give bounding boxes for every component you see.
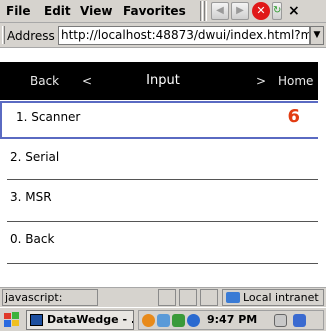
toolbar-separator <box>200 1 203 21</box>
menu-item-serial[interactable]: 2. Serial <box>0 140 326 178</box>
menu-item-msr[interactable]: 3. MSR <box>0 180 326 220</box>
security-zone: Local intranet <box>222 289 324 306</box>
intranet-icon <box>226 292 240 303</box>
chevron-down-icon[interactable]: ▼ <box>310 26 324 45</box>
menu-bar: File Edit View Favorites ◀ ▶ ✕ ↻ × <box>0 0 326 23</box>
desktop-icon[interactable] <box>293 314 306 327</box>
address-bar: Address http://localhost:48873/dwui/inde… <box>0 23 326 48</box>
menu-item-label: 1. Scanner <box>16 110 81 124</box>
keyboard-icon[interactable] <box>274 314 287 327</box>
task-label: DataWedge - ... <box>47 313 134 326</box>
forward-chevron-icon[interactable]: > <box>256 74 266 88</box>
vertical-scrollbar[interactable] <box>318 48 326 287</box>
divider <box>7 263 320 264</box>
toolbar-grip <box>2 26 5 44</box>
menu-favorites[interactable]: Favorites <box>123 4 186 18</box>
menu-item-label: 3. MSR <box>10 190 52 204</box>
address-label: Address <box>7 29 55 43</box>
menu-item-label: 2. Serial <box>10 150 60 164</box>
network-icon[interactable] <box>142 314 155 327</box>
status-text: javascript: <box>2 289 98 306</box>
status-pane <box>179 289 197 306</box>
menu-item-label: 0. Back <box>10 232 55 246</box>
stop-icon[interactable]: ✕ <box>252 2 270 20</box>
task-datawedge[interactable]: DataWedge - ... <box>26 310 134 330</box>
menu-view[interactable]: View <box>80 4 112 18</box>
forward-arrow-icon[interactable]: ▶ <box>231 2 249 20</box>
sync-icon[interactable] <box>172 314 185 327</box>
menu-item-back[interactable]: 0. Back <box>0 222 326 262</box>
address-input[interactable]: http://localhost:48873/dwui/index.html?m <box>58 26 310 45</box>
item-count-badge: 6 <box>287 106 300 127</box>
status-pane <box>158 289 176 306</box>
app-icon <box>30 314 43 326</box>
back-arrow-icon[interactable]: ◀ <box>211 2 229 20</box>
status-bar: javascript: Local intranet <box>0 287 326 307</box>
zone-label: Local intranet <box>243 291 319 304</box>
menu-file[interactable]: File <box>6 4 31 18</box>
menu-item-scanner[interactable]: 1. Scanner 6 <box>0 101 326 139</box>
volume-icon[interactable] <box>187 314 200 327</box>
status-pane <box>200 289 218 306</box>
start-icon[interactable] <box>3 311 21 329</box>
menu-edit[interactable]: Edit <box>44 4 71 18</box>
taskbar: DataWedge - ... 9:47 PM <box>0 307 326 331</box>
home-link[interactable]: Home <box>278 74 313 88</box>
system-tray: 9:47 PM <box>138 310 324 330</box>
toolbar-separator <box>204 1 207 21</box>
refresh-icon[interactable]: ↻ <box>272 2 282 20</box>
connection-icon[interactable] <box>157 314 170 327</box>
close-icon[interactable]: × <box>288 3 300 19</box>
clock: 9:47 PM <box>207 313 258 326</box>
page-header: Back < Input > Home <box>0 62 326 100</box>
